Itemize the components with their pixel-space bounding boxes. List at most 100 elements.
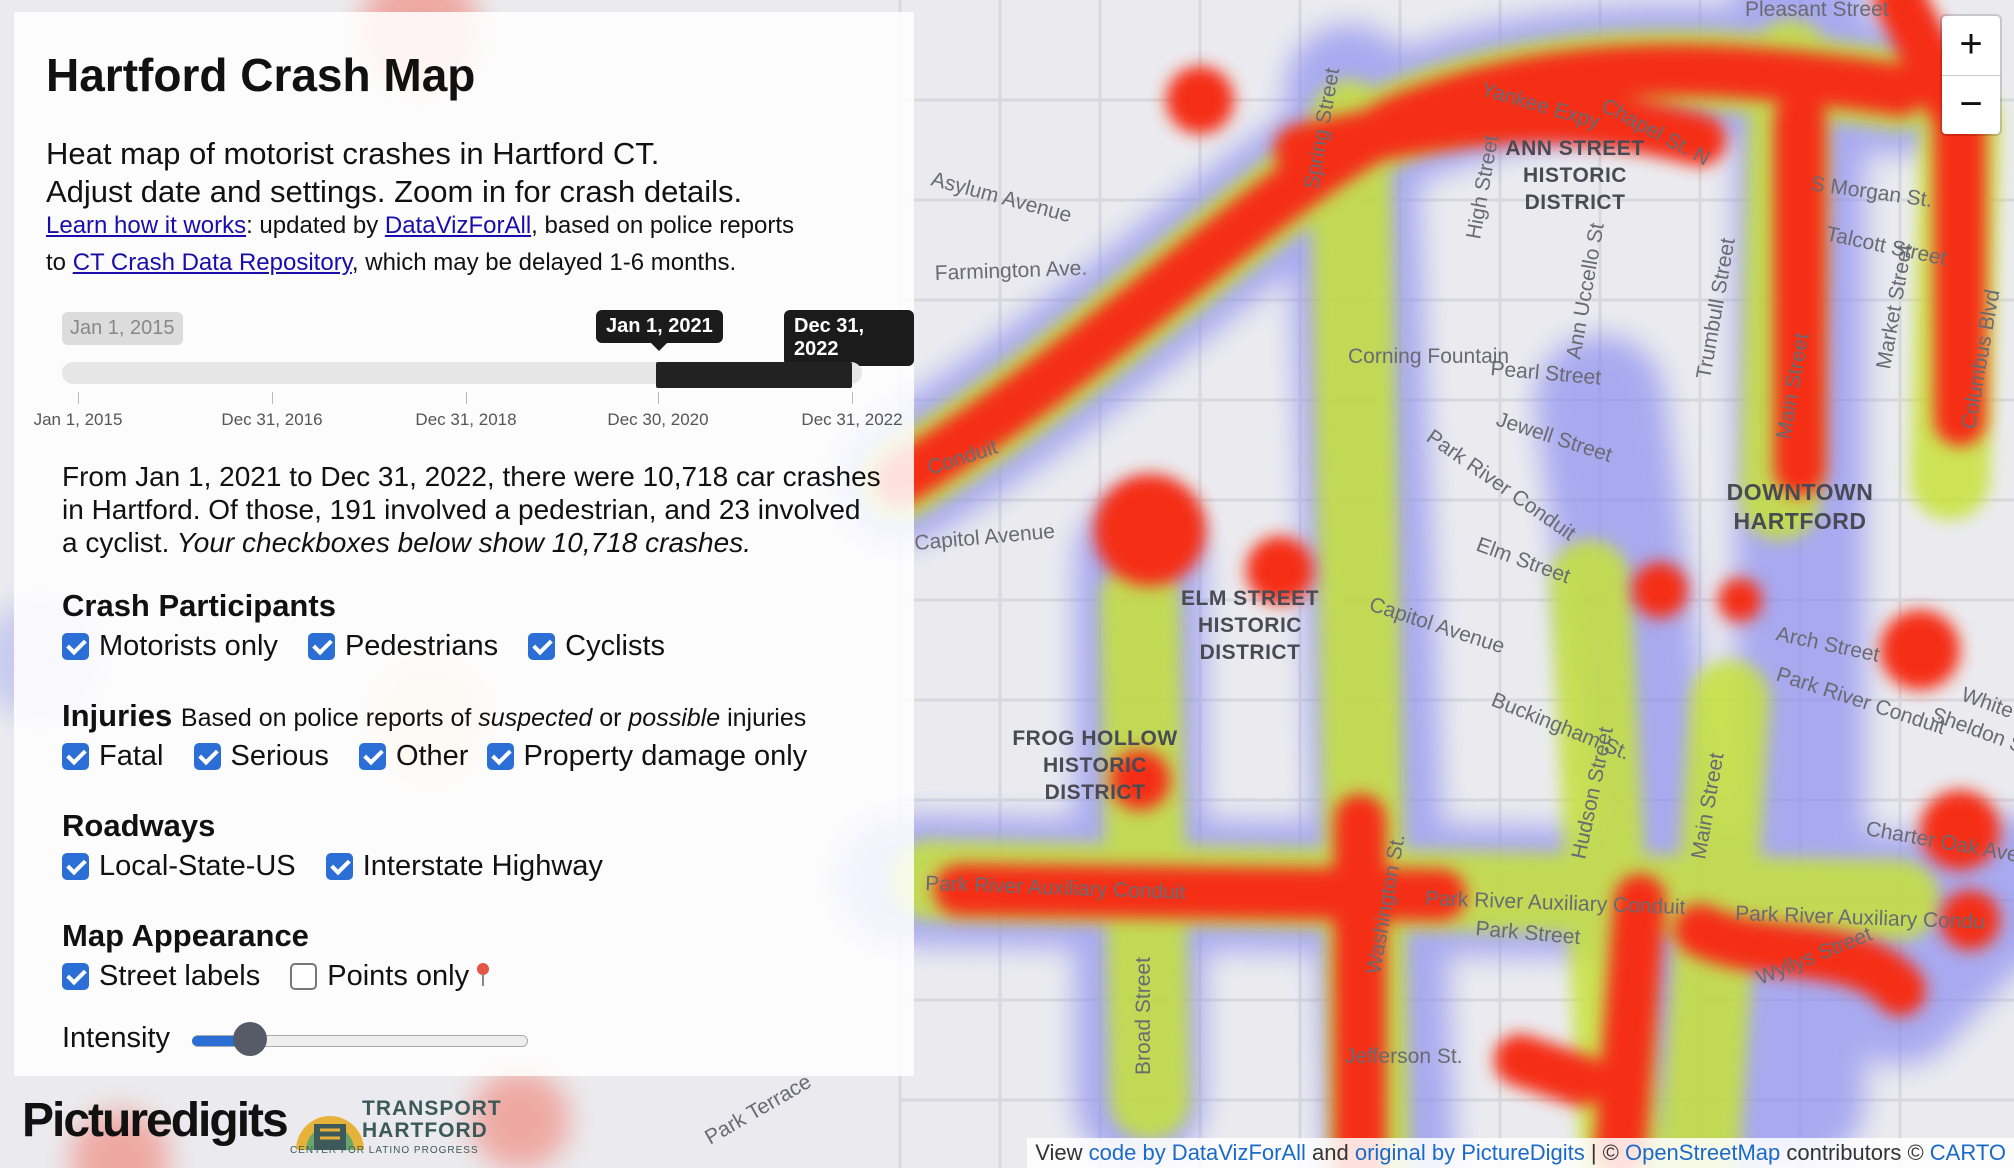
district-label: FROG HOLLOW bbox=[1012, 727, 1177, 750]
carto-link[interactable]: CARTO bbox=[1930, 1140, 2006, 1165]
intensity-label: Intensity bbox=[62, 1022, 170, 1054]
slider-tick-mark bbox=[658, 392, 659, 404]
slider-tick-mark bbox=[78, 392, 79, 404]
district-label: DISTRICT bbox=[1200, 641, 1301, 664]
street-label: Pleasant Street bbox=[1745, 0, 1889, 21]
pedestrians-checkbox[interactable]: Pedestrians bbox=[307, 630, 499, 663]
roadways-options: Local-State-US Interstate Highway bbox=[62, 850, 625, 888]
original-link[interactable]: original by PictureDigits bbox=[1355, 1140, 1585, 1165]
district-label: HISTORIC bbox=[1043, 754, 1147, 777]
picturedigits-logo[interactable]: Picturedigits bbox=[22, 1093, 289, 1148]
credit-text-4: , which may be delayed 1-6 months. bbox=[351, 249, 737, 276]
checkbox-label: Pedestrians bbox=[344, 630, 499, 662]
zoom-control: + − bbox=[1942, 16, 2000, 134]
participants-heading: Crash Participants bbox=[62, 588, 336, 623]
local-state-us-checkbox[interactable]: Local-State-US bbox=[62, 850, 296, 883]
map-pin-icon bbox=[477, 962, 490, 986]
checkbox-checked[interactable] bbox=[358, 743, 386, 770]
checkbox-label: Street labels bbox=[99, 960, 261, 992]
checkbox-label: Other bbox=[395, 740, 469, 772]
checkbox-label: Property damage only bbox=[523, 740, 808, 772]
map-attribution: View code by DataVizForAll and original … bbox=[1027, 1138, 2014, 1168]
property-damage-checkbox[interactable]: Property damage only bbox=[486, 740, 808, 773]
page-title: Hartford Crash Map bbox=[46, 49, 476, 101]
code-link[interactable]: code by DataVizForAll bbox=[1089, 1140, 1306, 1165]
slider-end-tooltip: Dec 31, 2022 bbox=[784, 310, 914, 374]
date-slider-selected-range[interactable] bbox=[656, 362, 852, 388]
checkbox-checked[interactable] bbox=[486, 743, 514, 770]
street-label: Jefferson St. bbox=[1345, 1045, 1463, 1068]
checkbox-label: Local-State-US bbox=[99, 850, 296, 882]
credit-text-2: , based on police reports bbox=[531, 212, 794, 239]
intensity-slider-handle[interactable] bbox=[233, 1022, 267, 1056]
checkbox-checked[interactable] bbox=[307, 633, 335, 660]
checkbox-checked[interactable] bbox=[62, 743, 89, 770]
crash-repository-link[interactable]: CT Crash Data Repository bbox=[73, 249, 352, 276]
injuries-note-suspected: suspected bbox=[478, 704, 593, 732]
crash-summary: From Jan 1, 2021 to Dec 31, 2022, there … bbox=[62, 460, 882, 559]
slider-tick-mark bbox=[272, 392, 273, 404]
street-label: Corning Fountain bbox=[1348, 345, 1509, 368]
injuries-heading: Injuries Based on police reports of susp… bbox=[62, 698, 806, 734]
credit-line-1: Learn how it works: updated by DataVizFo… bbox=[46, 212, 794, 240]
control-panel: Hartford Crash Map Heat map of motorist … bbox=[14, 12, 914, 1076]
intro-line-2: Adjust date and settings. Zoom in for cr… bbox=[46, 174, 743, 209]
zoom-in-button[interactable]: + bbox=[1942, 16, 2000, 74]
slider-tick-mark bbox=[852, 392, 853, 404]
checkbox-checked[interactable] bbox=[325, 853, 353, 880]
roadways-heading: Roadways bbox=[62, 808, 216, 843]
district-label: HISTORIC bbox=[1523, 164, 1627, 187]
interstate-checkbox[interactable]: Interstate Highway bbox=[325, 850, 603, 883]
points-only-checkbox[interactable]: Points only bbox=[290, 960, 490, 993]
participants-options: Motorists only Pedestrians Cyclists bbox=[62, 630, 687, 668]
openstreetmap-link[interactable]: OpenStreetMap bbox=[1625, 1140, 1780, 1165]
other-checkbox[interactable]: Other bbox=[358, 740, 469, 773]
slider-tick-label: Jan 1, 2015 bbox=[33, 410, 123, 429]
checkbox-label: Points only bbox=[327, 960, 470, 992]
checkbox-label: Fatal bbox=[99, 740, 164, 772]
transport-hartford-logo-subtitle: CENTER FOR LATINO PROGRESS bbox=[290, 1145, 479, 1156]
injuries-note-or: or bbox=[592, 704, 629, 732]
credit-line-2: to CT Crash Data Repository, which may b… bbox=[46, 249, 736, 277]
appearance-heading: Map Appearance bbox=[62, 918, 309, 953]
district-label: DISTRICT bbox=[1525, 191, 1626, 214]
district-label: HARTFORD bbox=[1733, 508, 1866, 534]
motorists-checkbox[interactable]: Motorists only bbox=[62, 630, 278, 663]
district-label: DISTRICT bbox=[1045, 781, 1146, 804]
fatal-checkbox[interactable]: Fatal bbox=[62, 740, 163, 773]
logo-line-2: HARTFORD bbox=[362, 1119, 488, 1142]
checkbox-label: Interstate Highway bbox=[362, 850, 603, 882]
checkbox-label: Motorists only bbox=[99, 630, 278, 662]
checkbox-unchecked[interactable] bbox=[290, 963, 318, 990]
intro-line-1: Heat map of motorist crashes in Hartford… bbox=[46, 136, 660, 171]
district-label: HISTORIC bbox=[1198, 614, 1302, 637]
injuries-note-pre: Based on police reports of bbox=[180, 704, 479, 732]
slider-min-label: Jan 1, 2015 bbox=[62, 312, 183, 345]
datavizforall-link[interactable]: DataVizForAll bbox=[385, 212, 531, 239]
district-label: ANN STREET bbox=[1505, 137, 1644, 160]
slider-tick-mark bbox=[466, 392, 467, 404]
attrib-contrib: contributors © bbox=[1780, 1140, 1930, 1165]
injuries-note-possible: possible bbox=[628, 704, 721, 732]
attrib-sep: | © bbox=[1584, 1140, 1625, 1165]
checkbox-checked[interactable] bbox=[62, 853, 89, 880]
injuries-options: Fatal Serious Other Property damage only bbox=[62, 740, 829, 778]
street-label: Broad Street bbox=[1132, 957, 1155, 1075]
checkbox-checked[interactable] bbox=[62, 633, 89, 660]
street-labels-checkbox[interactable]: Street labels bbox=[62, 960, 260, 993]
zoom-out-button[interactable]: − bbox=[1942, 76, 2000, 134]
checkbox-label: Serious bbox=[230, 740, 329, 772]
checkbox-checked[interactable] bbox=[62, 963, 89, 990]
credit-text-3: to bbox=[46, 249, 73, 276]
learn-how-link[interactable]: Learn how it works bbox=[46, 212, 246, 239]
checkbox-checked[interactable] bbox=[193, 743, 221, 770]
cyclists-checkbox[interactable]: Cyclists bbox=[528, 630, 665, 663]
serious-checkbox[interactable]: Serious bbox=[193, 740, 329, 773]
checkbox-checked[interactable] bbox=[528, 633, 556, 660]
injuries-note-post: injuries bbox=[720, 704, 807, 732]
attrib-and: and bbox=[1305, 1140, 1355, 1165]
district-label: DOWNTOWN bbox=[1727, 479, 1874, 505]
injuries-note: Based on police reports of suspected or … bbox=[181, 704, 806, 732]
credit-text-1: : updated by bbox=[246, 212, 385, 239]
slider-tick-label: Dec 30, 2020 bbox=[607, 410, 709, 429]
